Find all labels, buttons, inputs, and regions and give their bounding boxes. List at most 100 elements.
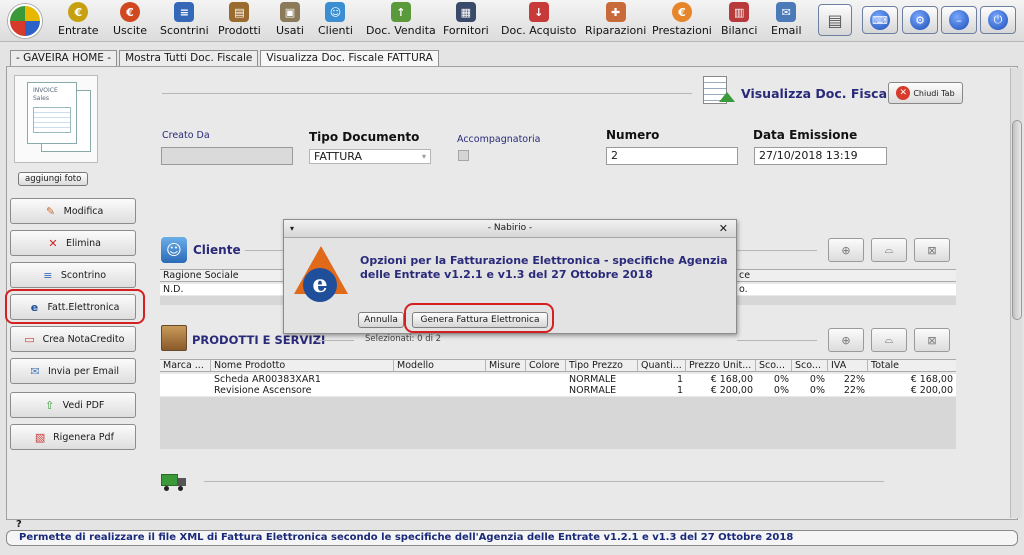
cliente-title: Cliente bbox=[193, 243, 241, 257]
prodotti-divider-left bbox=[314, 340, 354, 341]
prodotti-remove-button[interactable]: ⊠ bbox=[914, 328, 950, 352]
status-bar: Permette di realizzare il file XML di Fa… bbox=[6, 530, 1018, 546]
keyboard-button[interactable]: ⌨ bbox=[862, 6, 898, 34]
col-quantita[interactable]: Quanti... bbox=[638, 360, 686, 371]
keyboard-icon: ⌨ bbox=[870, 10, 890, 30]
repair-icon: ✚ bbox=[605, 2, 626, 22]
tab-home[interactable]: - GAVEIRA HOME - bbox=[10, 50, 118, 66]
tipo-documento-select[interactable]: FATTURA ▾ bbox=[309, 149, 431, 164]
col-marca[interactable]: Marca ... bbox=[160, 360, 211, 371]
add-icon: ⊕ bbox=[841, 243, 851, 257]
col-sconto-2[interactable]: Sco... bbox=[792, 360, 828, 371]
power-button[interactable]: ⏻ bbox=[980, 6, 1016, 34]
creato-da-field[interactable] bbox=[161, 147, 293, 165]
main-toolbar: € Entrate € Uscite ≡ Scontrini ▤ Prodott… bbox=[0, 0, 1024, 42]
crea-nota-credito-button[interactable]: ▭ Crea NotaCredito bbox=[10, 326, 136, 352]
pencil-icon: ✎ bbox=[46, 204, 56, 218]
col-nome-prodotto[interactable]: Nome Prodotto bbox=[211, 360, 394, 371]
col-sconto-1[interactable]: Sco... bbox=[756, 360, 792, 371]
accompagnatoria-label: Accompagnatoria bbox=[457, 134, 541, 145]
invoice-table-icon bbox=[33, 107, 71, 133]
settings-button[interactable]: ⚙ bbox=[902, 6, 938, 34]
cliente-divider-right bbox=[737, 250, 817, 251]
help-icon[interactable]: ? bbox=[16, 519, 22, 530]
vedi-pdf-button[interactable]: ⇧ Vedi PDF bbox=[10, 392, 136, 418]
vertical-scrollbar[interactable] bbox=[1010, 68, 1022, 518]
prodotti-add-button[interactable]: ⊕ bbox=[828, 328, 864, 352]
toolbar-doc-vendita[interactable]: ↑ Doc. Vendita bbox=[366, 2, 436, 40]
toolbar-uscite[interactable]: € Uscite bbox=[113, 2, 147, 40]
modifica-button[interactable]: ✎ Modifica bbox=[10, 198, 136, 224]
toolbar-bilanci[interactable]: ▥ Bilanci bbox=[721, 2, 757, 40]
toolbar-prestazioni[interactable]: € Prestazioni bbox=[652, 2, 712, 40]
tab-visualizza-fattura[interactable]: Visualizza Doc. Fiscale FATTURA bbox=[260, 50, 439, 66]
toolbar-email[interactable]: ✉ Email bbox=[771, 2, 802, 40]
dialog-titlebar[interactable]: ▾ - Nabirio - ✕ bbox=[284, 220, 736, 238]
toolbar-fornitori[interactable]: ▦ Fornitori bbox=[443, 2, 489, 40]
prodotti-view-button[interactable]: ⌓ bbox=[871, 328, 907, 352]
app-logo-icon[interactable] bbox=[8, 4, 42, 38]
coins-out-icon: € bbox=[119, 2, 140, 22]
accompagnatoria-checkbox[interactable] bbox=[458, 150, 469, 161]
pdf-regenerate-icon: ▧ bbox=[34, 430, 46, 444]
dialog-menu-icon[interactable]: ▾ bbox=[290, 220, 294, 237]
agenzia-entrate-logo-icon: e bbox=[290, 244, 352, 306]
toolbar-clienti[interactable]: ☺ Clienti bbox=[318, 2, 353, 40]
close-icon: ✕ bbox=[896, 86, 911, 100]
products-box-icon bbox=[161, 325, 187, 351]
cliente-add-button[interactable]: ⊕ bbox=[828, 238, 864, 262]
prodotti-table-header: Marca ... Nome Prodotto Modello Misure C… bbox=[160, 359, 956, 372]
email-icon: ✉ bbox=[30, 364, 40, 378]
add-photo-button[interactable]: aggiungi foto bbox=[18, 172, 89, 186]
invia-email-button[interactable]: ✉ Invia per Email bbox=[10, 358, 136, 384]
table-row[interactable]: Scheda AR00383XAR1 NORMALE 1 € 168,00 0%… bbox=[160, 374, 956, 385]
dialog-close-icon[interactable]: ✕ bbox=[719, 220, 728, 237]
invoice-page-icon: INVOICE Sales bbox=[27, 82, 77, 144]
page-title: Visualizza Doc. Fiscale bbox=[741, 86, 900, 101]
cliente-divider-left bbox=[245, 250, 285, 251]
col-tipo-prezzo[interactable]: Tipo Prezzo bbox=[566, 360, 638, 371]
col-ragione-sociale[interactable]: Ragione Sociale bbox=[160, 270, 284, 281]
glasses-icon: ⌓ bbox=[884, 333, 894, 346]
remove-icon: ⊠ bbox=[927, 243, 937, 257]
prodotti-divider-right bbox=[737, 340, 817, 341]
cliente-remove-button[interactable]: ⊠ bbox=[914, 238, 950, 262]
col-colore[interactable]: Colore bbox=[526, 360, 566, 371]
table-row[interactable]: Revisione Ascensore NORMALE 1 € 200,00 0… bbox=[160, 385, 956, 396]
elimina-button[interactable]: ✕ Elimina bbox=[10, 230, 136, 256]
toolbar-scontrini[interactable]: ≡ Scontrini bbox=[160, 2, 209, 40]
toolbar-prodotti[interactable]: ▤ Prodotti bbox=[218, 2, 261, 40]
minimize-icon: – bbox=[949, 10, 969, 30]
col-modello[interactable]: Modello bbox=[394, 360, 486, 371]
rigenera-pdf-button[interactable]: ▧ Rigenera Pdf bbox=[10, 424, 136, 450]
toolbar-entrate[interactable]: € Entrate bbox=[58, 2, 99, 40]
col-prezzo-unitario[interactable]: Prezzo Unit... bbox=[686, 360, 756, 371]
purchase-doc-icon: ↓ bbox=[528, 2, 549, 22]
annulla-button[interactable]: Annulla bbox=[358, 312, 404, 328]
balance-icon: ▥ bbox=[729, 2, 750, 22]
col-totale[interactable]: Totale bbox=[868, 360, 956, 371]
tab-mostra-tutti[interactable]: Mostra Tutti Doc. Fiscale bbox=[119, 50, 259, 66]
service-icon: € bbox=[671, 2, 692, 22]
col-iva[interactable]: IVA bbox=[828, 360, 868, 371]
data-emissione-label: Data Emissione bbox=[753, 128, 858, 142]
remove-icon: ⊠ bbox=[927, 333, 937, 347]
sales-doc-icon: ↑ bbox=[390, 2, 411, 22]
email-icon: ✉ bbox=[776, 2, 797, 22]
toolbar-doc-acquisto[interactable]: ↓ Doc. Acquisto bbox=[501, 2, 576, 40]
numero-field[interactable]: 2 bbox=[606, 147, 738, 165]
data-emissione-field[interactable]: 27/10/2018 13:19 bbox=[754, 147, 887, 165]
cash-register-button[interactable]: ▤ bbox=[818, 4, 852, 36]
chiudi-tab-button[interactable]: ✕ Chiudi Tab bbox=[888, 82, 963, 104]
toolbar-usati[interactable]: ▣ Usati bbox=[276, 2, 304, 40]
cliente-view-button[interactable]: ⌓ bbox=[871, 238, 907, 262]
scrollbar-thumb[interactable] bbox=[1012, 120, 1022, 320]
minimize-button[interactable]: – bbox=[941, 6, 977, 34]
scontrino-button[interactable]: ≡ Scontrino bbox=[10, 262, 136, 288]
glasses-icon: ⌓ bbox=[884, 243, 894, 256]
receipt-icon: ≡ bbox=[174, 2, 195, 22]
toolbar-riparazioni[interactable]: ✚ Riparazioni bbox=[585, 2, 646, 40]
col-right-fragment[interactable]: ce bbox=[736, 270, 956, 281]
col-misure[interactable]: Misure bbox=[486, 360, 526, 371]
credit-note-icon: ▭ bbox=[24, 332, 35, 346]
